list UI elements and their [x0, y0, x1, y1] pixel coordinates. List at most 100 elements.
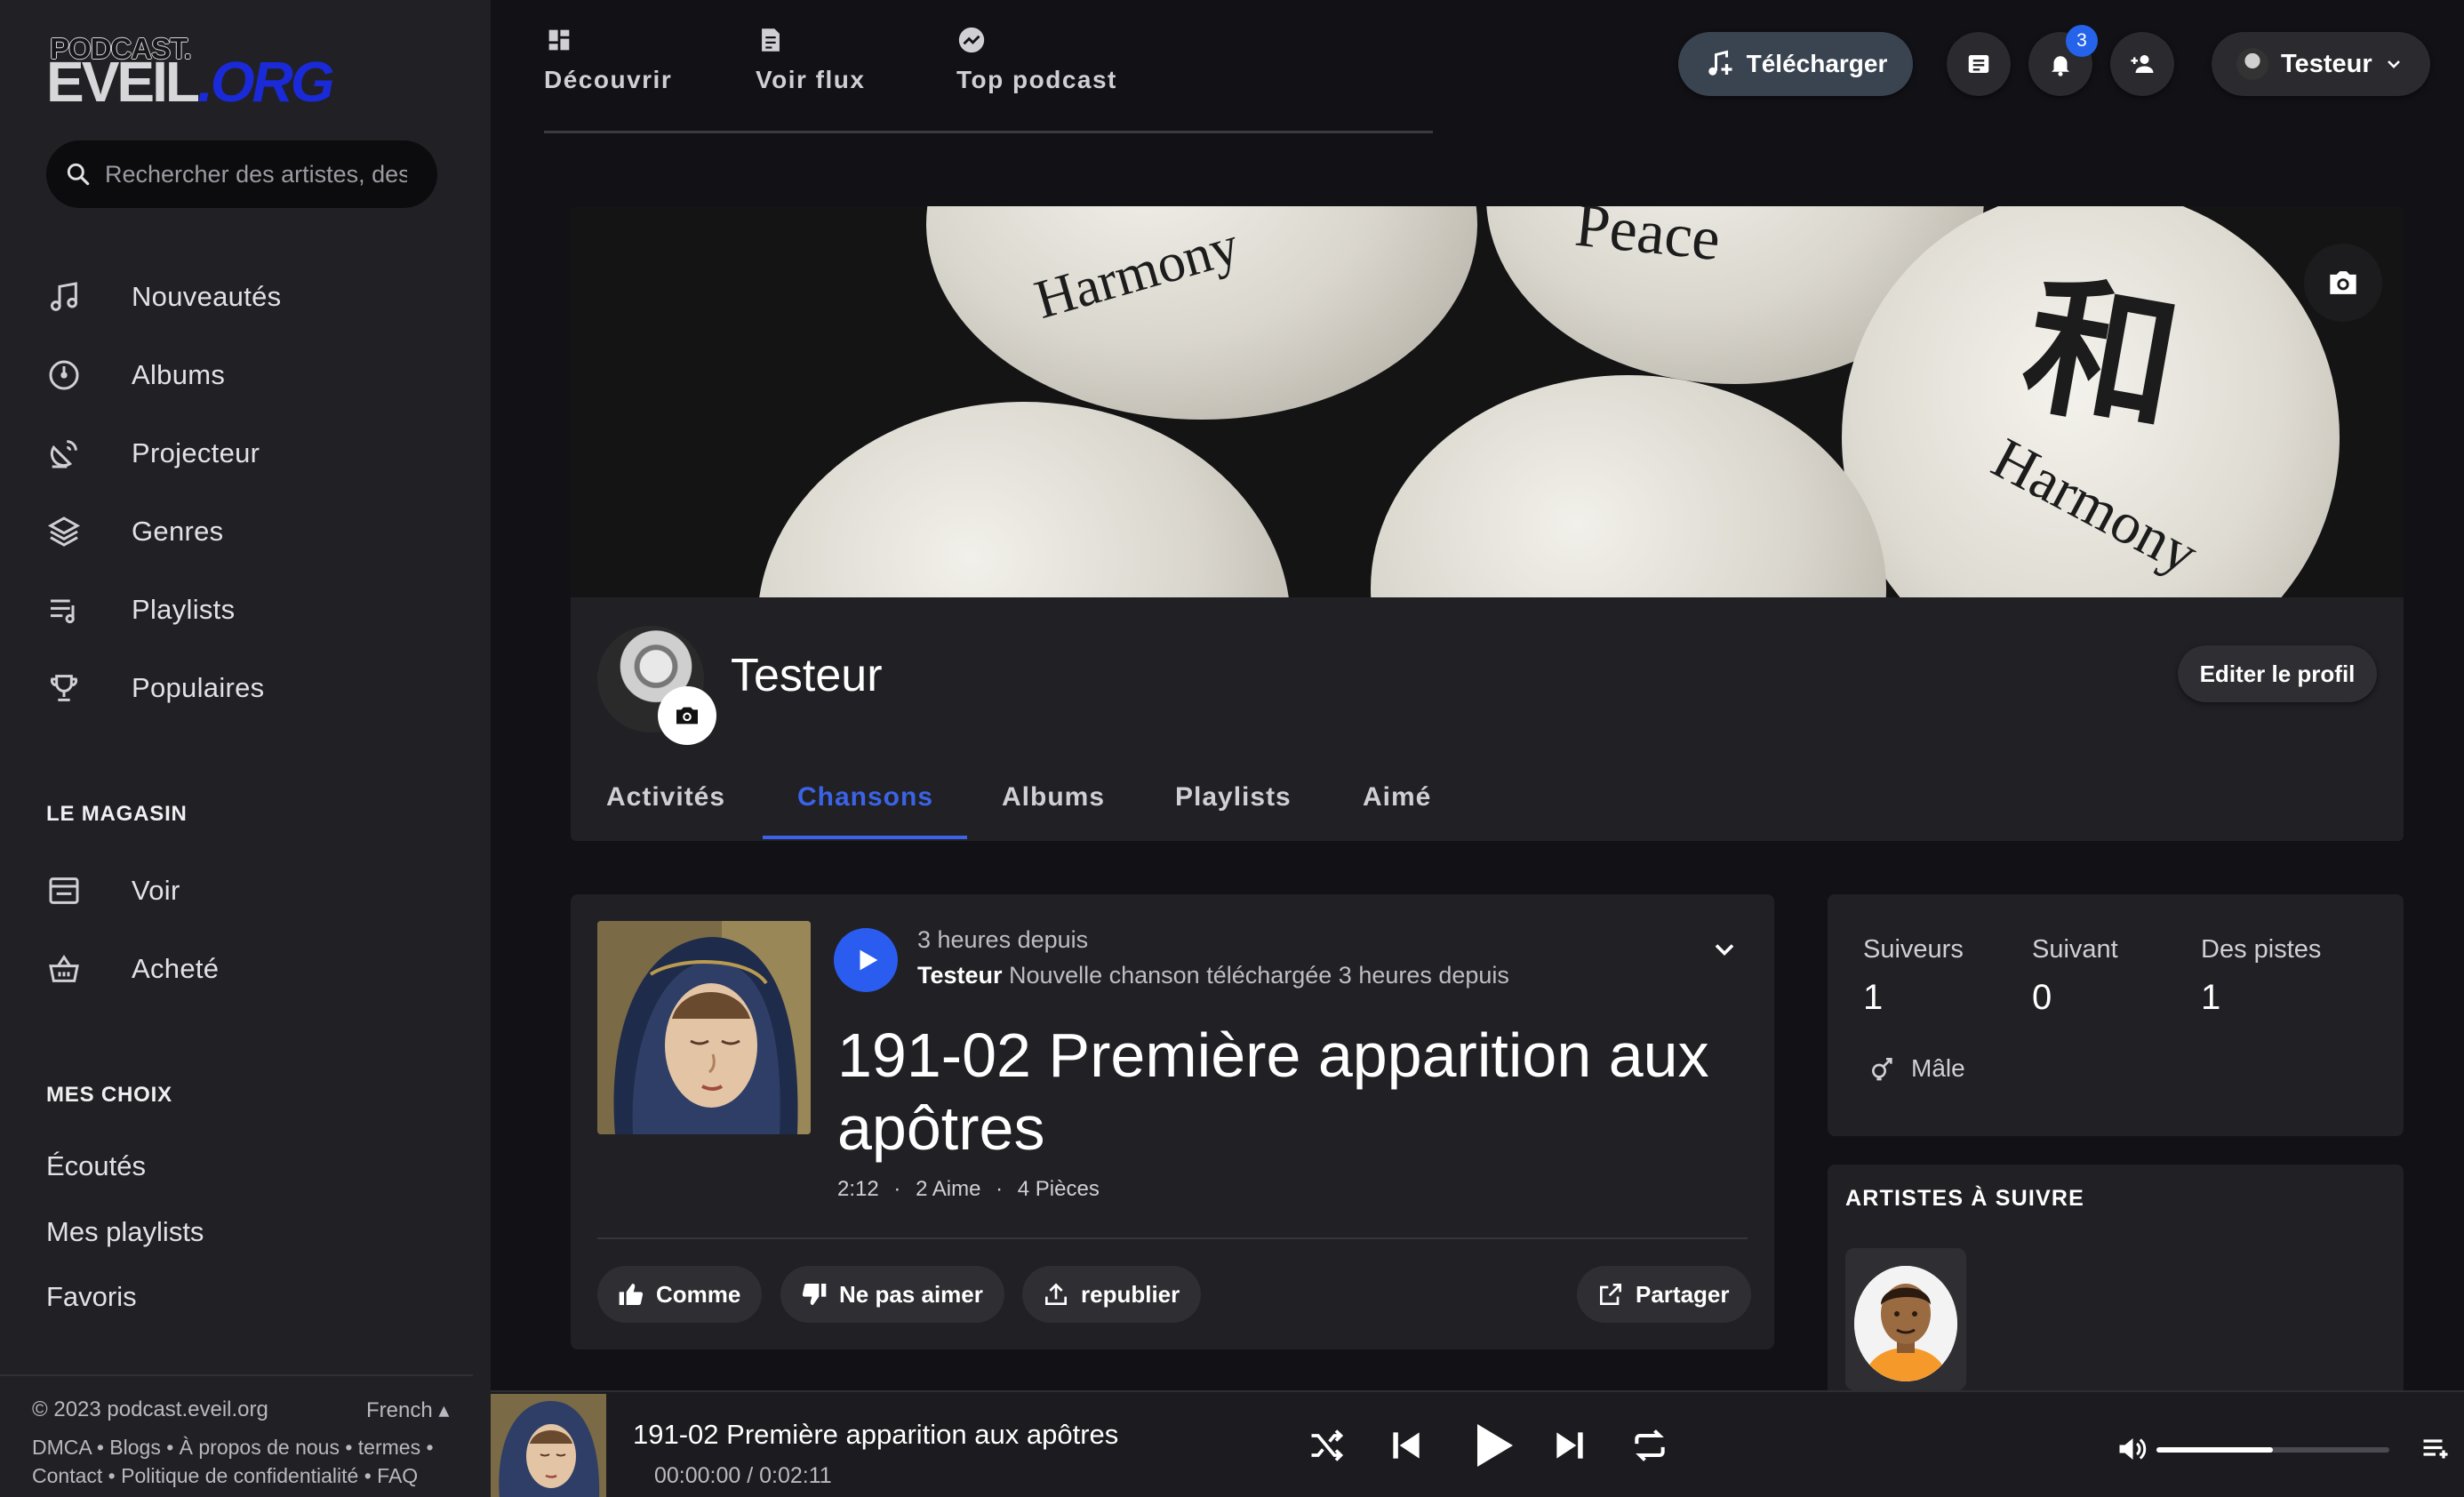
sidebar-item-achete[interactable]: Acheté — [46, 942, 455, 996]
music-plus-icon — [1708, 50, 1732, 76]
active-tab-indicator — [763, 836, 967, 839]
store-section-title: LE MAGASIN — [46, 802, 188, 826]
footer-links[interactable]: DMCA • Blogs • À propos de nous • termes… — [32, 1433, 459, 1490]
tab-chansons[interactable]: Chansons — [797, 782, 933, 813]
user-menu-button[interactable]: Testeur — [2212, 32, 2430, 96]
previous-icon[interactable] — [1387, 1426, 1426, 1465]
volume-icon[interactable] — [2116, 1433, 2148, 1465]
sidebar-item-label: Populaires — [132, 672, 265, 703]
artist-suggestion[interactable] — [1845, 1248, 1966, 1390]
sidebar-item-voir[interactable]: Voir — [46, 864, 455, 917]
store-button[interactable] — [1947, 32, 2011, 96]
tab-albums[interactable]: Albums — [1002, 782, 1105, 813]
person-add-icon — [2131, 55, 2154, 73]
profile-name: Testeur — [731, 650, 883, 701]
song-meta: 2:12 · 2 Aime · 4 Pièces — [837, 1177, 1100, 1201]
activity-user-link[interactable]: Testeur — [917, 962, 1003, 989]
song-likes: 2 Aime — [916, 1177, 981, 1201]
song-card: 3 heures depuis Testeur Nouvelle chanson… — [571, 894, 1774, 1349]
sidebar-item-label: Acheté — [132, 953, 220, 984]
sidebar-item-label: Albums — [132, 359, 226, 390]
sidebar: PODCAST. EVEIL.ORG Nouveautés Albums Pro… — [0, 0, 491, 1497]
choice-favoris[interactable]: Favoris — [46, 1281, 137, 1313]
player-artwork[interactable] — [491, 1394, 606, 1497]
receipt-icon — [1968, 55, 1989, 73]
player-title: 191-02 Première apparition aux apôtres — [633, 1419, 1119, 1450]
topnav-underline — [544, 131, 1433, 133]
artists-to-follow-title: ARTISTES À SUIVRE — [1845, 1186, 2085, 1211]
sidebar-item-populaires[interactable]: Populaires — [46, 661, 455, 715]
song-play-button[interactable] — [834, 928, 898, 992]
following-label[interactable]: Suivant — [2032, 935, 2118, 965]
following-count[interactable]: 0 — [2032, 978, 2052, 1018]
sidebar-item-playlists[interactable]: Playlists — [46, 583, 455, 636]
sidebar-item-projecteur[interactable]: Projecteur — [46, 427, 455, 480]
like-button[interactable]: Comme — [597, 1266, 763, 1323]
repost-button[interactable]: republier — [1022, 1266, 1202, 1323]
play-icon[interactable] — [1463, 1417, 1520, 1474]
shuffle-icon[interactable] — [1307, 1426, 1346, 1465]
share-button[interactable]: Partager — [1577, 1266, 1751, 1323]
sidebar-item-genres[interactable]: Genres — [46, 505, 455, 558]
change-cover-button[interactable] — [2304, 244, 2382, 322]
feed-icon — [762, 28, 780, 52]
thumbs-up-icon — [619, 1284, 644, 1305]
tab-activites[interactable]: Activités — [606, 782, 725, 813]
volume-slider[interactable] — [2156, 1447, 2389, 1453]
repost-icon — [1045, 1283, 1067, 1305]
sidebar-item-label: Playlists — [132, 594, 236, 625]
logo-line2: EVEIL.ORG — [46, 50, 334, 114]
sidebar-item-label: Nouveautés — [132, 281, 282, 312]
next-icon[interactable] — [1550, 1426, 1589, 1465]
chevron-down-icon — [2387, 60, 2400, 68]
followers-count[interactable]: 1 — [1863, 978, 1883, 1018]
search-input[interactable] — [105, 160, 407, 188]
copyright: © 2023 podcast.eveil.org — [32, 1397, 268, 1421]
choice-mes-playlists[interactable]: Mes playlists — [46, 1216, 204, 1248]
person-illustration — [1854, 1266, 1957, 1381]
player-bar: 191-02 Première apparition aux apôtres 0… — [491, 1390, 2464, 1497]
followers-label[interactable]: Suiveurs — [1863, 935, 1964, 965]
logo[interactable]: PODCAST. EVEIL.ORG — [46, 30, 334, 110]
music-note-icon — [51, 282, 77, 311]
cover-stone — [757, 402, 1291, 597]
change-avatar-button[interactable] — [658, 686, 716, 745]
camera-icon — [676, 707, 698, 724]
song-time-ago: 3 heures depuis — [917, 926, 1089, 953]
song-title[interactable]: 191-02 Première apparition aux apôtres — [837, 1019, 1726, 1165]
song-duration: 2:12 — [837, 1177, 879, 1201]
tab-aime[interactable]: Aimé — [1363, 782, 1431, 813]
language-selector[interactable]: French ▴ — [366, 1397, 449, 1423]
upload-button[interactable]: Télécharger — [1678, 32, 1913, 96]
tracks-label[interactable]: Des pistes — [2201, 935, 2321, 965]
play-icon — [860, 949, 878, 971]
tab-voir-flux[interactable]: Voir flux — [756, 25, 865, 105]
bell-icon — [2052, 56, 2069, 76]
tab-playlists[interactable]: Playlists — [1175, 782, 1292, 813]
choice-ecoutes[interactable]: Écoutés — [46, 1150, 146, 1182]
layers-icon — [47, 516, 81, 547]
chevron-down-icon[interactable] — [1708, 933, 1740, 965]
notification-badge: 3 — [2066, 25, 2098, 57]
edit-profile-button[interactable]: Editer le profil — [2178, 645, 2377, 702]
thumbs-down-icon — [802, 1284, 827, 1305]
tab-decouvrir[interactable]: Découvrir — [544, 25, 672, 105]
player-time: 00:00:00 / 0:02:11 — [654, 1463, 832, 1488]
volume-level — [2156, 1447, 2273, 1453]
queue-icon[interactable] — [2420, 1433, 2452, 1465]
external-link-icon — [1600, 1284, 1621, 1305]
search-icon — [67, 163, 90, 186]
song-activity: Testeur Nouvelle chanson téléchargée 3 h… — [917, 962, 1509, 989]
repeat-icon[interactable] — [1630, 1426, 1669, 1465]
add-friend-button[interactable] — [2110, 32, 2174, 96]
stats-card: Suiveurs 1 Suivant 0 Des pistes 1 Mâle — [1828, 894, 2404, 1136]
tracks-count[interactable]: 1 — [2201, 978, 2220, 1018]
gender-row: Mâle — [1868, 1054, 1965, 1083]
dislike-button[interactable]: Ne pas aimer — [780, 1266, 1004, 1323]
sidebar-item-nouveautes[interactable]: Nouveautés — [46, 270, 455, 324]
tab-top-podcast[interactable]: Top podcast — [956, 25, 1117, 105]
sidebar-item-label: Voir — [132, 875, 180, 906]
sidebar-item-albums[interactable]: Albums — [46, 348, 455, 402]
gender-icon — [1872, 1058, 1892, 1081]
song-artwork[interactable] — [597, 921, 811, 1134]
